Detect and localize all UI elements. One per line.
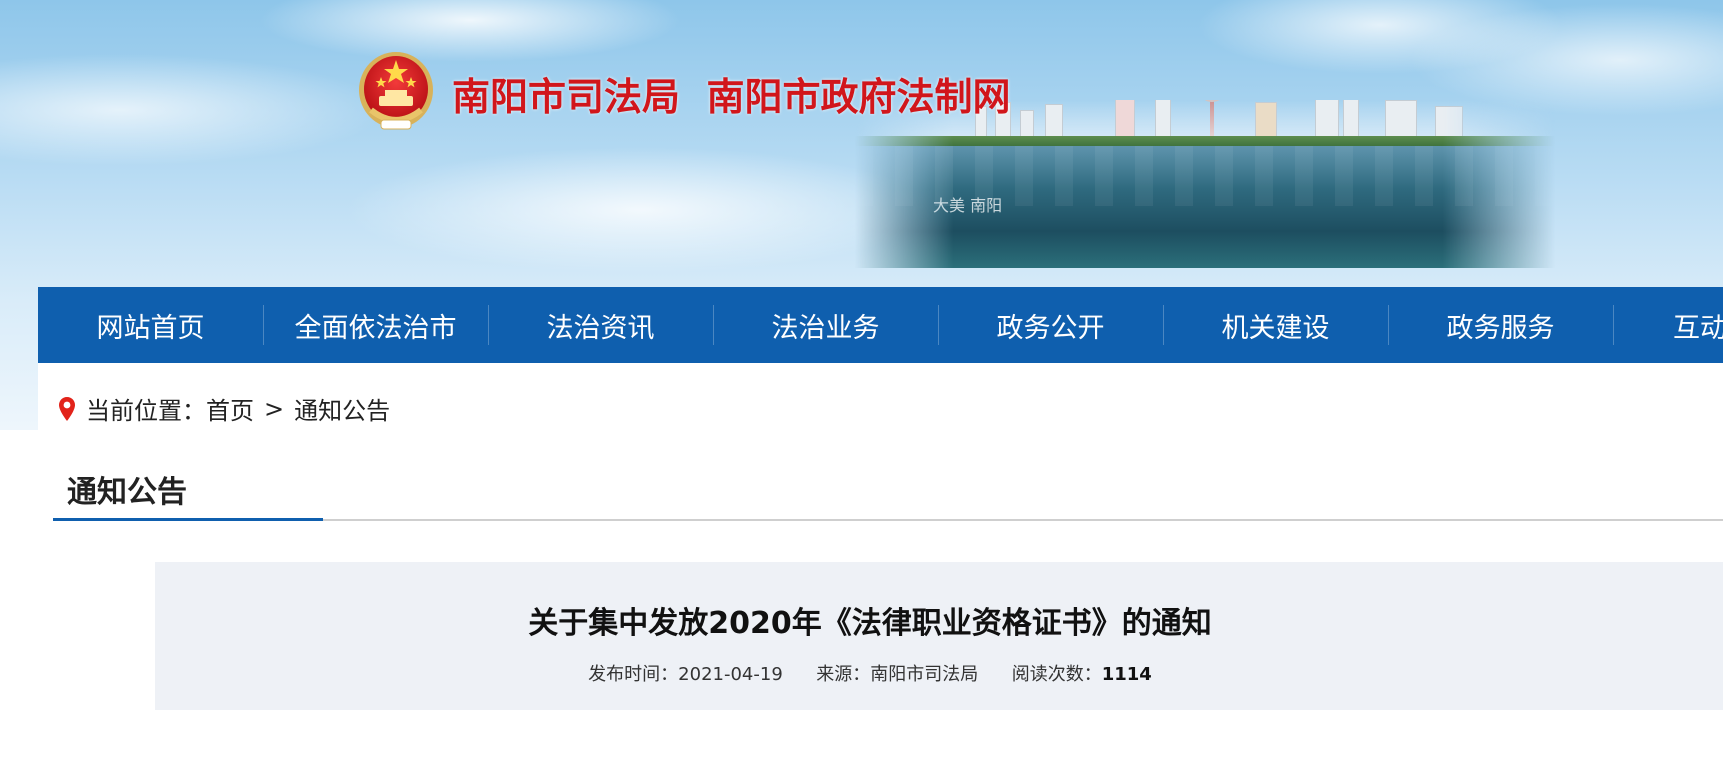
section-underline	[53, 518, 323, 521]
source-label: 来源：	[816, 664, 871, 685]
views-count: 1114	[1101, 664, 1152, 685]
breadcrumb-home-link[interactable]: 首页	[206, 391, 254, 426]
main-nav: 网站首页 全面依法治市 法治资讯 法治业务 政务公开 机关建设 政务服务 互动	[38, 287, 1723, 363]
breadcrumb-current[interactable]: 通知公告	[294, 391, 390, 426]
article-title: 关于集中发放2020年《法律职业资格证书》的通知	[528, 606, 1212, 641]
article-meta: 发布时间：2021-04-19 来源：南阳市司法局 阅读次数：1114	[155, 660, 1585, 686]
section-header: 通知公告	[53, 463, 1723, 521]
nav-item-government-affairs[interactable]: 政务公开	[938, 287, 1163, 363]
breadcrumb: 当前位置： 首页 > 通知公告	[58, 391, 390, 426]
views-label: 阅读次数：	[1011, 664, 1102, 685]
breadcrumb-separator: >	[264, 394, 285, 423]
nav-item-legal-business[interactable]: 法治业务	[713, 287, 938, 363]
source-value: 南阳市司法局	[870, 664, 979, 685]
national-emblem-icon	[359, 52, 433, 130]
article-header: 关于集中发放2020年《法律职业资格证书》的通知 发布时间：2021-04-19…	[155, 562, 1723, 710]
section-title: 通知公告	[67, 475, 187, 510]
location-pin-icon	[59, 396, 75, 421]
nav-item-home[interactable]: 网站首页	[38, 287, 263, 363]
nav-item-organ-building[interactable]: 机关建设	[1163, 287, 1388, 363]
nav-item-legal-news[interactable]: 法治资讯	[488, 287, 713, 363]
city-lake-scene: 大美 南阳	[855, 100, 1555, 268]
site-title[interactable]: 南阳市司法局 南阳市政府法制网	[452, 66, 1010, 121]
banner-slogan: 大美 南阳	[933, 196, 1003, 215]
main-content: 当前位置： 首页 > 通知公告 通知公告 关于集中发放2020年《法律职业资格证…	[38, 363, 1723, 760]
publish-date-label: 发布时间：	[588, 664, 679, 685]
nav-item-rule-of-law-city[interactable]: 全面依法治市	[263, 287, 488, 363]
nav-item-government-services[interactable]: 政务服务	[1388, 287, 1613, 363]
publish-date: 2021-04-19	[678, 664, 783, 685]
breadcrumb-prefix: 当前位置：	[86, 397, 206, 425]
nav-item-interaction[interactable]: 互动	[1613, 287, 1723, 363]
